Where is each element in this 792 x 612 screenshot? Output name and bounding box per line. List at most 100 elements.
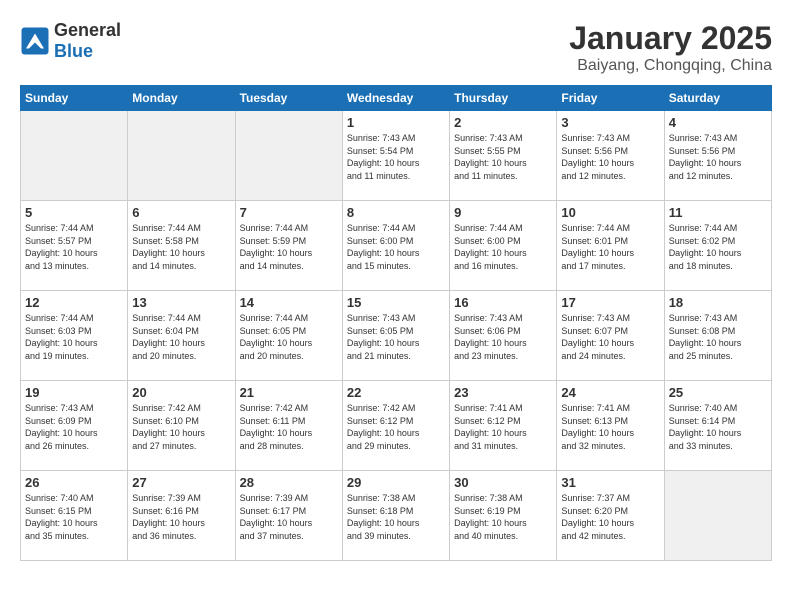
day-number: 23	[454, 385, 552, 400]
day-info: Sunrise: 7:43 AM Sunset: 6:06 PM Dayligh…	[454, 312, 552, 362]
day-number: 18	[669, 295, 767, 310]
day-info: Sunrise: 7:44 AM Sunset: 6:01 PM Dayligh…	[561, 222, 659, 272]
day-number: 25	[669, 385, 767, 400]
calendar-subtitle: Baiyang, Chongqing, China	[569, 57, 772, 75]
day-cell	[21, 111, 128, 201]
day-info: Sunrise: 7:41 AM Sunset: 6:12 PM Dayligh…	[454, 402, 552, 452]
day-cell: 22Sunrise: 7:42 AM Sunset: 6:12 PM Dayli…	[342, 381, 449, 471]
day-cell: 20 Sunrise: 7:42 AM Sunset: 6:10 PM Dayli…	[128, 381, 235, 471]
day-info: Sunrise: 7:43 AM Sunset: 6:05 PM Dayligh…	[347, 312, 445, 362]
day-number: 21	[240, 385, 338, 400]
day-header-thursday: Thursday	[450, 86, 557, 111]
week-row-0: 1 Sunrise: 7:43 AM Sunset: 5:54 PM Daylig…	[21, 111, 772, 201]
day-cell: 16Sunrise: 7:43 AM Sunset: 6:06 PM Dayli…	[450, 291, 557, 381]
title-area: January 2025 Baiyang, Chongqing, China	[569, 20, 772, 75]
day-cell: 4Sunrise: 7:43 AM Sunset: 5:56 PM Daylig…	[664, 111, 771, 201]
logo-general: General	[54, 20, 121, 40]
day-cell: 8 Sunrise: 7:44 AM Sunset: 6:00 PM Daylig…	[342, 201, 449, 291]
day-header-saturday: Saturday	[664, 86, 771, 111]
day-cell: 18 Sunrise: 7:43 AM Sunset: 6:08 PM Dayli…	[664, 291, 771, 381]
logo-icon	[20, 26, 50, 56]
day-cell	[664, 471, 771, 561]
day-cell: 2 Sunrise: 7:43 AM Sunset: 5:55 PM Daylig…	[450, 111, 557, 201]
day-header-friday: Friday	[557, 86, 664, 111]
day-cell: 13 Sunrise: 7:44 AM Sunset: 6:04 PM Dayli…	[128, 291, 235, 381]
day-info: Sunrise: 7:44 AM Sunset: 6:05 PM Dayligh…	[240, 312, 338, 362]
day-info: Sunrise: 7:43 AM Sunset: 5:56 PM Dayligh…	[669, 132, 767, 182]
day-info: Sunrise: 7:42 AM Sunset: 6:10 PM Dayligh…	[132, 402, 230, 452]
day-info: Sunrise: 7:43 AM Sunset: 6:08 PM Dayligh…	[669, 312, 767, 362]
day-number: 15	[347, 295, 445, 310]
day-cell: 28 Sunrise: 7:39 AM Sunset: 6:17 PM Dayli…	[235, 471, 342, 561]
week-row-4: 26 Sunrise: 7:40 AM Sunset: 6:15 PM Dayli…	[21, 471, 772, 561]
day-number: 3	[561, 115, 659, 130]
page-header: General Blue January 2025 Baiyang, Chong…	[20, 20, 772, 75]
day-info: Sunrise: 7:44 AM Sunset: 6:00 PM Dayligh…	[347, 222, 445, 272]
day-info: Sunrise: 7:39 AM Sunset: 6:17 PM Dayligh…	[240, 492, 338, 542]
day-number: 19	[25, 385, 123, 400]
day-cell: 15 Sunrise: 7:43 AM Sunset: 6:05 PM Dayli…	[342, 291, 449, 381]
day-info: Sunrise: 7:42 AM Sunset: 6:11 PM Dayligh…	[240, 402, 338, 452]
week-row-2: 12 Sunrise: 7:44 AM Sunset: 6:03 PM Dayli…	[21, 291, 772, 381]
day-number: 22	[347, 385, 445, 400]
day-number: 28	[240, 475, 338, 490]
day-info: Sunrise: 7:38 AM Sunset: 6:19 PM Dayligh…	[454, 492, 552, 542]
day-info: Sunrise: 7:43 AM Sunset: 6:07 PM Dayligh…	[561, 312, 659, 362]
day-cell: 31Sunrise: 7:37 AM Sunset: 6:20 PM Dayli…	[557, 471, 664, 561]
day-number: 27	[132, 475, 230, 490]
day-info: Sunrise: 7:43 AM Sunset: 5:54 PM Dayligh…	[347, 132, 445, 182]
day-info: Sunrise: 7:40 AM Sunset: 6:15 PM Dayligh…	[25, 492, 123, 542]
week-row-3: 19 Sunrise: 7:43 AM Sunset: 6:09 PM Dayli…	[21, 381, 772, 471]
day-cell: 10 Sunrise: 7:44 AM Sunset: 6:01 PM Dayli…	[557, 201, 664, 291]
day-info: Sunrise: 7:38 AM Sunset: 6:18 PM Dayligh…	[347, 492, 445, 542]
day-number: 13	[132, 295, 230, 310]
day-cell: 17 Sunrise: 7:43 AM Sunset: 6:07 PM Dayli…	[557, 291, 664, 381]
day-cell: 5 Sunrise: 7:44 AM Sunset: 5:57 PM Daylig…	[21, 201, 128, 291]
day-number: 12	[25, 295, 123, 310]
day-info: Sunrise: 7:44 AM Sunset: 5:57 PM Dayligh…	[25, 222, 123, 272]
logo-blue: Blue	[54, 41, 93, 61]
day-number: 26	[25, 475, 123, 490]
day-cell: 9Sunrise: 7:44 AM Sunset: 6:00 PM Daylig…	[450, 201, 557, 291]
day-info: Sunrise: 7:44 AM Sunset: 6:00 PM Dayligh…	[454, 222, 552, 272]
day-number: 29	[347, 475, 445, 490]
day-cell: 1 Sunrise: 7:43 AM Sunset: 5:54 PM Daylig…	[342, 111, 449, 201]
day-number: 10	[561, 205, 659, 220]
day-info: Sunrise: 7:44 AM Sunset: 5:58 PM Dayligh…	[132, 222, 230, 272]
day-number: 5	[25, 205, 123, 220]
day-cell: 29 Sunrise: 7:38 AM Sunset: 6:18 PM Dayli…	[342, 471, 449, 561]
logo: General Blue	[20, 20, 121, 62]
day-info: Sunrise: 7:43 AM Sunset: 5:55 PM Dayligh…	[454, 132, 552, 182]
calendar-title: January 2025	[569, 20, 772, 57]
day-info: Sunrise: 7:43 AM Sunset: 5:56 PM Dayligh…	[561, 132, 659, 182]
day-cell: 25 Sunrise: 7:40 AM Sunset: 6:14 PM Dayli…	[664, 381, 771, 471]
day-number: 1	[347, 115, 445, 130]
day-cell: 14 Sunrise: 7:44 AM Sunset: 6:05 PM Dayli…	[235, 291, 342, 381]
day-cell	[128, 111, 235, 201]
day-cell: 19 Sunrise: 7:43 AM Sunset: 6:09 PM Dayli…	[21, 381, 128, 471]
day-cell: 3 Sunrise: 7:43 AM Sunset: 5:56 PM Daylig…	[557, 111, 664, 201]
day-number: 8	[347, 205, 445, 220]
day-number: 14	[240, 295, 338, 310]
day-cell: 12 Sunrise: 7:44 AM Sunset: 6:03 PM Dayli…	[21, 291, 128, 381]
day-number: 31	[561, 475, 659, 490]
day-header-wednesday: Wednesday	[342, 86, 449, 111]
day-info: Sunrise: 7:44 AM Sunset: 6:03 PM Dayligh…	[25, 312, 123, 362]
day-number: 2	[454, 115, 552, 130]
day-info: Sunrise: 7:43 AM Sunset: 6:09 PM Dayligh…	[25, 402, 123, 452]
day-cell	[235, 111, 342, 201]
day-cell: 11Sunrise: 7:44 AM Sunset: 6:02 PM Dayli…	[664, 201, 771, 291]
day-info: Sunrise: 7:44 AM Sunset: 5:59 PM Dayligh…	[240, 222, 338, 272]
day-info: Sunrise: 7:40 AM Sunset: 6:14 PM Dayligh…	[669, 402, 767, 452]
day-info: Sunrise: 7:44 AM Sunset: 6:04 PM Dayligh…	[132, 312, 230, 362]
day-cell: 26 Sunrise: 7:40 AM Sunset: 6:15 PM Dayli…	[21, 471, 128, 561]
day-cell: 7Sunrise: 7:44 AM Sunset: 5:59 PM Daylig…	[235, 201, 342, 291]
day-cell: 24 Sunrise: 7:41 AM Sunset: 6:13 PM Dayli…	[557, 381, 664, 471]
day-number: 17	[561, 295, 659, 310]
day-info: Sunrise: 7:41 AM Sunset: 6:13 PM Dayligh…	[561, 402, 659, 452]
day-number: 20	[132, 385, 230, 400]
day-info: Sunrise: 7:44 AM Sunset: 6:02 PM Dayligh…	[669, 222, 767, 272]
day-info: Sunrise: 7:39 AM Sunset: 6:16 PM Dayligh…	[132, 492, 230, 542]
day-header-tuesday: Tuesday	[235, 86, 342, 111]
day-number: 24	[561, 385, 659, 400]
